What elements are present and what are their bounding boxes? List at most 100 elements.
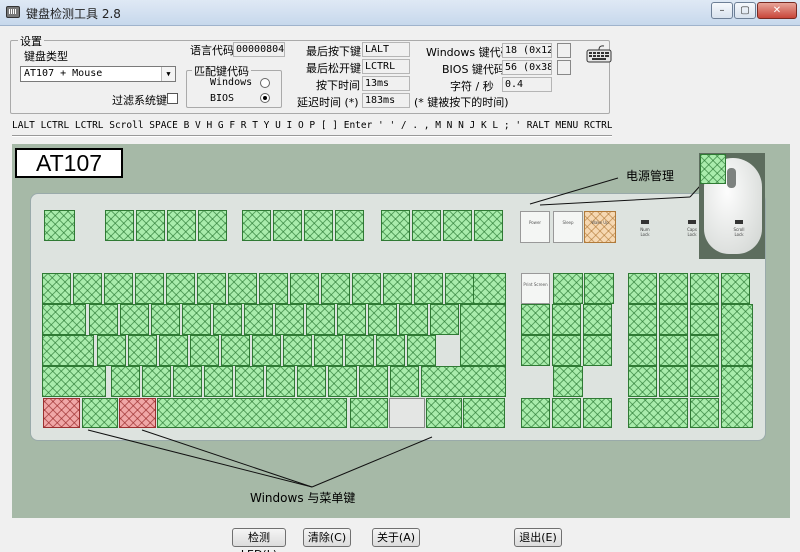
press-time-field: 13ms bbox=[362, 76, 410, 91]
keyboard-key bbox=[190, 335, 219, 366]
keyboard-key bbox=[242, 210, 271, 241]
chevron-down-icon[interactable]: ▼ bbox=[161, 67, 175, 81]
keyboard-key bbox=[111, 366, 140, 397]
clear-button[interactable]: 清除(C) bbox=[303, 528, 351, 547]
filter-system-keys-checkbox[interactable] bbox=[167, 93, 178, 104]
keyboard-key bbox=[283, 335, 312, 366]
language-code-label: 语言代码 bbox=[190, 44, 234, 57]
keyboard-key bbox=[583, 398, 612, 428]
keyboard-key bbox=[721, 304, 753, 366]
keyboard-key bbox=[463, 398, 505, 428]
bios-code-indicator bbox=[557, 60, 571, 75]
close-button[interactable]: ✕ bbox=[757, 2, 797, 19]
settings-legend: 设置 bbox=[18, 33, 44, 49]
keyboard-key bbox=[204, 366, 233, 397]
cps-label: 字符 / 秒 bbox=[450, 80, 494, 93]
keyboard-key bbox=[105, 210, 134, 241]
keyboard-key bbox=[445, 273, 474, 304]
keyboard-key bbox=[474, 210, 503, 241]
win-code-label: Windows 键代码 bbox=[426, 46, 512, 59]
keyboard-key bbox=[389, 398, 425, 428]
keyboard-key bbox=[583, 335, 612, 366]
keyboard-key bbox=[521, 335, 550, 366]
win-code-field: 18 (0x12) bbox=[502, 43, 552, 58]
power-management-label: 电源管理 bbox=[626, 169, 675, 183]
keyboard-key bbox=[352, 273, 381, 304]
keyboard-key bbox=[628, 304, 657, 335]
keyboard-key bbox=[244, 304, 273, 335]
keyboard-key bbox=[252, 335, 281, 366]
keyboard-key bbox=[443, 210, 472, 241]
scroll-lock-label: Scroll Lock bbox=[733, 227, 745, 237]
keyboard-model-label: AT107 bbox=[15, 148, 123, 178]
keyboard-key bbox=[690, 335, 719, 366]
keyboard-key bbox=[659, 304, 688, 335]
sleep-key: Sleep bbox=[553, 211, 583, 243]
option-windows-radio[interactable] bbox=[260, 78, 270, 88]
option-bios-label: BIOS bbox=[210, 93, 235, 104]
keyboard-icon bbox=[586, 45, 612, 63]
keyboard-key bbox=[552, 335, 581, 366]
keyboard-key bbox=[173, 366, 202, 397]
keyboard-key bbox=[368, 304, 397, 335]
divider bbox=[12, 135, 612, 137]
keyboard-key bbox=[266, 366, 295, 397]
option-bios-radio[interactable] bbox=[260, 93, 270, 103]
keyboard-key bbox=[120, 304, 149, 335]
press-time-label: 按下时间 bbox=[316, 79, 360, 92]
keyboard-key bbox=[82, 398, 118, 428]
keyboard-key bbox=[390, 366, 419, 397]
print-screen-key: Print Screen bbox=[521, 273, 550, 304]
keyboard-key bbox=[584, 273, 614, 304]
power-key: Power bbox=[520, 211, 550, 243]
maximize-button[interactable]: ▢ bbox=[734, 2, 756, 19]
keyboard-key bbox=[314, 335, 343, 366]
mouse-left-button bbox=[700, 154, 726, 184]
window-title: 键盘检测工具 2.8 bbox=[26, 7, 121, 21]
about-button[interactable]: 关于(A) bbox=[372, 528, 420, 547]
keyboard-key bbox=[399, 304, 428, 335]
keyboard-key bbox=[552, 398, 581, 428]
keyboard-key bbox=[690, 304, 719, 335]
keyboard-key bbox=[259, 273, 288, 304]
keyboard-key bbox=[721, 366, 753, 428]
keyboard-key bbox=[473, 273, 506, 304]
keyboard-key bbox=[221, 335, 250, 366]
keyboard-type-label: 键盘类型 bbox=[24, 50, 68, 63]
keyboard-key bbox=[151, 304, 180, 335]
keyboard-key bbox=[104, 273, 133, 304]
keyboard-key bbox=[407, 335, 436, 366]
keyboard-key bbox=[43, 398, 80, 428]
language-code-field: 00000804 bbox=[233, 42, 285, 57]
keyboard-key bbox=[690, 366, 719, 397]
app-keyboard-icon bbox=[6, 6, 20, 18]
keyboard-key bbox=[275, 304, 304, 335]
bios-code-field: 56 (0x38) bbox=[502, 60, 552, 75]
title-bar: 键盘检测工具 2.8 – ▢ ✕ bbox=[0, 0, 800, 26]
keyboard-key bbox=[421, 366, 506, 397]
keyboard-key bbox=[583, 304, 612, 335]
detect-led-button[interactable]: 检测LED(L) bbox=[232, 528, 286, 552]
keyboard-key bbox=[135, 273, 164, 304]
keyboard-key bbox=[659, 366, 688, 397]
last-up-label: 最后松开键 bbox=[306, 62, 361, 75]
keyboard-key bbox=[42, 366, 106, 397]
scroll-lock-led bbox=[735, 220, 743, 224]
keyboard-key bbox=[553, 366, 583, 397]
delay-footnote: (* 键被按下的时间) bbox=[414, 96, 509, 109]
keyboard-key bbox=[42, 273, 71, 304]
keyboard-key bbox=[350, 398, 388, 428]
exit-button[interactable]: 退出(E) bbox=[514, 528, 562, 547]
minimize-button[interactable]: – bbox=[711, 2, 733, 19]
keyboard-key bbox=[553, 273, 583, 304]
keyboard-key bbox=[157, 398, 347, 428]
keyboard-type-select[interactable]: AT107 + Mouse ▼ bbox=[20, 66, 176, 82]
option-windows-label: Windows bbox=[210, 77, 253, 88]
keyboard-key bbox=[690, 273, 719, 304]
keyboard-key bbox=[142, 366, 171, 397]
keyboard-key bbox=[721, 273, 750, 304]
windows-menu-keys-label: Windows 与菜单键 bbox=[250, 491, 356, 505]
win-code-indicator bbox=[557, 43, 571, 58]
delay-label: 延迟时间 (*) bbox=[297, 96, 359, 109]
mouse-wheel bbox=[727, 168, 736, 188]
